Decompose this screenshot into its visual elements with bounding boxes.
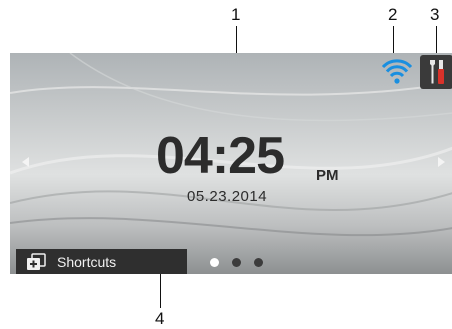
shortcuts-icon <box>27 253 46 270</box>
tools-settings-icon <box>430 60 444 84</box>
callout-3: 3 <box>430 5 440 24</box>
callout-1: 1 <box>231 5 241 24</box>
right-arrow-icon[interactable] <box>438 157 445 167</box>
shortcuts-label: Shortcuts <box>57 254 117 270</box>
page-dot-2[interactable] <box>232 258 241 267</box>
shortcuts-button[interactable]: Shortcuts <box>16 249 187 274</box>
clock-date: 05.23.2014 <box>187 188 268 205</box>
wifi-signal-icon[interactable] <box>382 59 412 85</box>
callout-2: 2 <box>388 5 398 24</box>
home-screen: 04:25 PM 05.23.2014 Shortcuts <box>10 53 452 274</box>
tools-button[interactable] <box>420 55 452 89</box>
page-dot-1[interactable] <box>210 258 219 267</box>
clock-ampm: PM <box>316 167 339 184</box>
callout-4: 4 <box>155 309 165 328</box>
page-dot-3[interactable] <box>254 258 263 267</box>
clock-time: 04:25 <box>156 127 285 185</box>
left-arrow-icon[interactable] <box>22 157 29 167</box>
